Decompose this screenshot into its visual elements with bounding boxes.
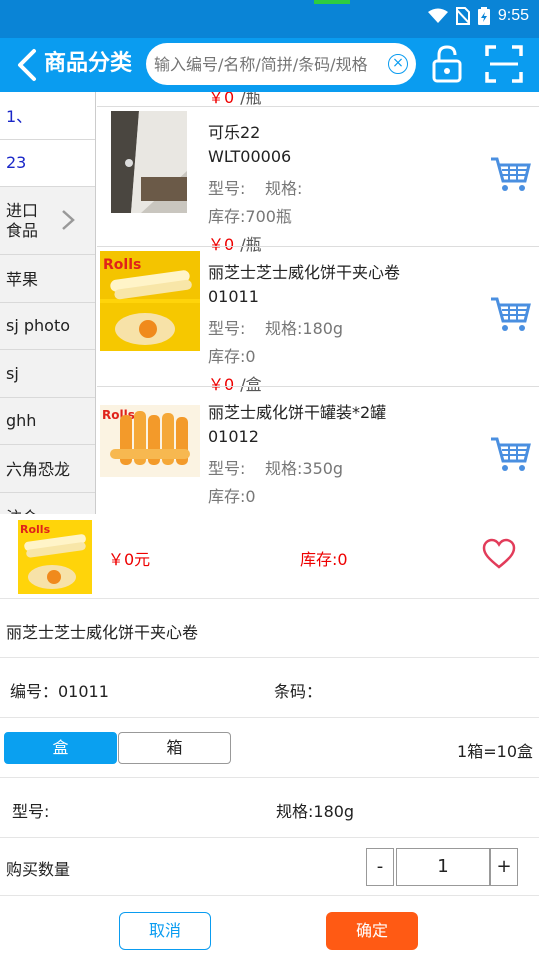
detail-spec-row: 型号: 规格:180g (0, 778, 539, 838)
product-name: 丽芝士芝士威化饼干夹心卷 (208, 263, 401, 282)
product-model: 型号: (208, 459, 246, 478)
detail-product-name: 丽芝士芝士威化饼干夹心卷 (6, 623, 199, 642)
add-to-cart-icon[interactable] (489, 435, 531, 473)
product-model: 型号: (208, 179, 246, 198)
unit-option-box[interactable]: 盒 (4, 732, 117, 764)
clear-search-icon[interactable]: × (388, 54, 408, 74)
detail-code: 编号：01011 (10, 682, 109, 701)
svg-text:Rolls: Rolls (103, 257, 141, 273)
add-to-cart-icon[interactable] (489, 155, 531, 193)
search-input[interactable] (154, 43, 386, 85)
battery-icon (477, 7, 490, 25)
product-stock: 库存:700瓶 (208, 207, 292, 226)
unit-conversion: 1箱=10盒 (457, 742, 533, 761)
product-spec: 规格: (265, 179, 303, 198)
product-spec: 规格:180g (265, 319, 344, 338)
category-item[interactable]: sj photo (0, 303, 95, 350)
quantity-input[interactable]: 1 (396, 848, 490, 886)
back-arrow-icon[interactable] (12, 48, 42, 82)
unit-select-row: 盒 箱 1箱=10盒 (0, 718, 539, 778)
product-image: Rolls (100, 405, 200, 477)
cancel-button[interactable]: 取消 (119, 912, 211, 950)
product-name: 丽芝士威化饼干罐装*2罐 (208, 403, 387, 422)
product-image: Rolls (100, 251, 200, 351)
category-item[interactable]: 注会 (0, 493, 95, 514)
product-model: 型号: (208, 319, 246, 338)
category-item[interactable]: ghh (0, 398, 95, 445)
category-item[interactable]: 1、 (0, 92, 95, 140)
product-item[interactable]: Rolls 丽芝士威化饼干罐装*2罐 01012 型号: 规格:350g 库存:… (97, 386, 539, 514)
svg-text:Rolls: Rolls (20, 523, 51, 536)
category-item[interactable]: 苹果 (0, 255, 95, 303)
quantity-decrease-button[interactable]: - (366, 848, 394, 886)
clock: 9:55 (497, 7, 529, 24)
wifi-icon (427, 8, 448, 23)
confirm-button[interactable]: 确定 (326, 912, 418, 950)
product-stock: 库存:0 (208, 347, 256, 366)
product-name: 可乐22 (208, 123, 261, 142)
detail-spec: 规格:180g (276, 802, 355, 821)
detail-product-image: Rolls (18, 520, 92, 594)
category-item[interactable]: 23 (0, 139, 95, 187)
status-icons: 9:55 (427, 7, 529, 25)
status-bar: 9:55 (0, 0, 539, 38)
unit-option-case[interactable]: 箱 (118, 732, 231, 764)
product-image (111, 111, 187, 213)
product-code: 01012 (208, 427, 259, 446)
lock-icon[interactable] (430, 44, 464, 84)
add-to-cart-icon[interactable] (489, 295, 531, 333)
no-sim-icon (455, 7, 470, 25)
page-title: 商品分类 (44, 51, 133, 76)
category-item[interactable]: sj (0, 350, 95, 398)
detail-stock: 库存:0 (300, 550, 348, 569)
product-spec: 规格:350g (265, 459, 344, 478)
product-stock: 库存:0 (208, 487, 256, 506)
search-box[interactable]: × (146, 43, 416, 85)
detail-price: ￥0元 (108, 550, 151, 569)
favorite-heart-icon[interactable] (482, 538, 516, 570)
product-item[interactable]: 可乐22 WLT00006 型号: 规格: 库存:700瓶 ￥0/瓶 (97, 106, 539, 254)
quantity-label: 购买数量 (6, 860, 71, 879)
chevron-right-icon (62, 210, 75, 230)
product-code: 01011 (208, 287, 259, 306)
product-code: WLT00006 (208, 147, 292, 166)
detail-barcode: 条码： (274, 682, 323, 701)
detail-code-row: 编号：01011 条码： (0, 658, 539, 718)
status-indicator (314, 0, 350, 4)
detail-model: 型号: (12, 802, 50, 821)
quantity-row: 购买数量 - 1 + (0, 838, 539, 896)
category-item[interactable]: 六角恐龙 (0, 445, 95, 493)
quantity-increase-button[interactable]: + (490, 848, 518, 886)
product-item[interactable]: Rolls 丽芝士芝士威化饼干夹心卷 01011 型号: 规格:180g 库存:… (97, 246, 539, 394)
header: 商品分类 × (0, 38, 539, 92)
scan-icon[interactable] (484, 44, 524, 84)
purchase-panel: Rolls ￥0元 库存:0 丽芝士芝士威化饼干夹心卷 编号：01011 条码：… (0, 514, 539, 962)
category-item[interactable]: 进口 食品 (0, 187, 95, 255)
product-list[interactable]: ￥0/瓶 可乐22 WLT00006 型号: 规格: 库存:700瓶 ￥0/瓶 … (97, 92, 539, 514)
category-sidebar[interactable]: 1、 23 进口 食品 苹果 sj photo sj ghh 六角恐龙 注会 (0, 92, 96, 514)
detail-name-row: 丽芝士芝士威化饼干夹心卷 (0, 599, 539, 658)
detail-summary-row: Rolls ￥0元 库存:0 (0, 514, 539, 599)
